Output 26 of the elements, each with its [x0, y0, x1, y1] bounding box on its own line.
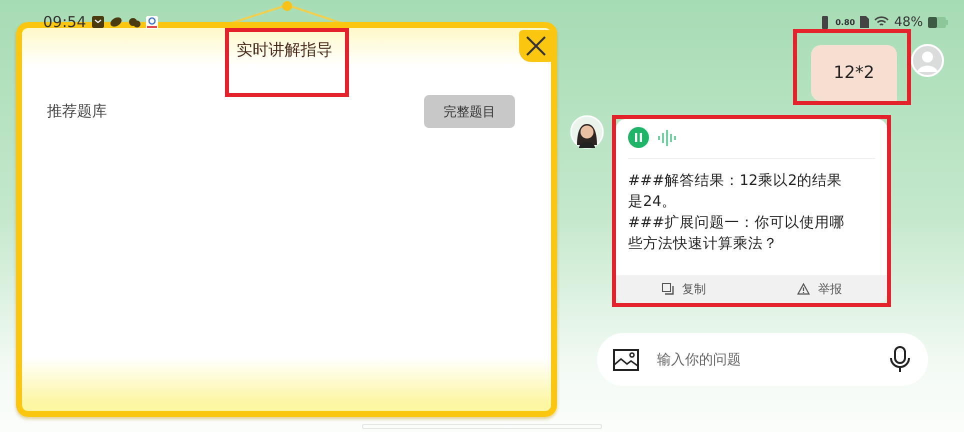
pause-icon[interactable]	[628, 127, 649, 148]
warning-icon	[796, 283, 810, 295]
app-icon	[146, 16, 158, 28]
close-button[interactable]	[519, 30, 553, 62]
vibrate-icon	[820, 16, 830, 28]
sim-icon	[860, 16, 870, 28]
user-message: 12*2	[811, 45, 897, 101]
battery-icon	[928, 16, 948, 28]
network-speed: 0.80	[835, 18, 856, 26]
mail-icon	[92, 16, 104, 28]
input-field[interactable]: 输入你的问题	[655, 350, 874, 368]
sound-wave-icon	[657, 130, 677, 146]
copy-icon	[662, 283, 674, 295]
close-icon[interactable]	[525, 35, 547, 57]
answer-text: ###解答结果：12乘以2的结果是24。 ###扩展问题一：你可以使用哪些方法快速计算乘法？	[627, 172, 846, 254]
image-icon[interactable]	[613, 348, 639, 370]
report-button[interactable]: 举报	[752, 275, 887, 303]
battery-percent: 48%	[894, 14, 923, 30]
avatar-icon	[570, 115, 604, 149]
full-question-button[interactable]: 完整题目	[424, 95, 515, 128]
copy-button[interactable]: 复制	[616, 275, 752, 303]
avatar-icon	[911, 44, 944, 77]
panel-title: 实时讲解指导	[236, 40, 332, 59]
section-label: 推荐题库	[47, 102, 107, 121]
wifi-icon	[874, 16, 890, 28]
microphone-icon[interactable]	[890, 346, 910, 373]
